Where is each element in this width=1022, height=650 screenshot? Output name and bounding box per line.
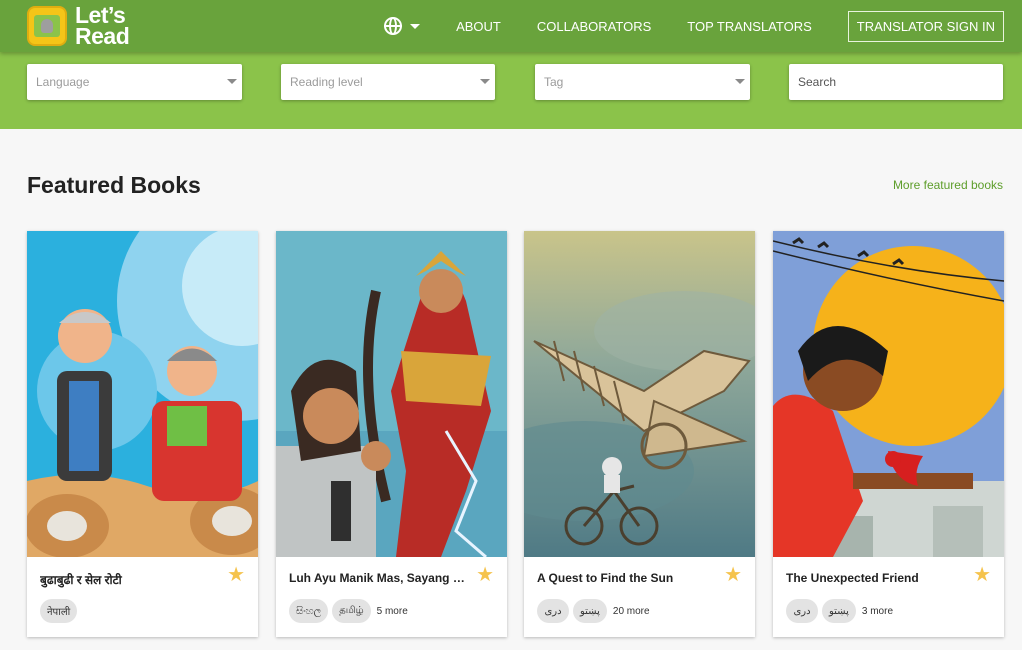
nav-collaborators[interactable]: COLLABORATORS <box>537 19 651 34</box>
language-chips: دری پښتو 3 more <box>786 599 893 623</box>
featured-star-icon: ★ <box>724 564 742 586</box>
tag-select-placeholder: Tag <box>544 75 564 89</box>
filter-bar: Language Reading level Tag Search <box>0 52 1022 129</box>
elephant-logo-icon <box>27 6 67 46</box>
search-input[interactable]: Search <box>789 64 1003 100</box>
language-chip[interactable]: پښتو <box>822 599 856 623</box>
book-cover-image <box>524 231 755 557</box>
featured-star-icon: ★ <box>973 564 991 586</box>
nav-top-translators[interactable]: TOP TRANSLATORS <box>687 19 812 34</box>
book-card[interactable]: A Quest to Find the Sun ★ دری پښتو 20 mo… <box>524 231 755 637</box>
more-languages-count[interactable]: 5 more <box>377 606 408 617</box>
search-input-placeholder: Search <box>798 75 837 89</box>
tag-select[interactable]: Tag <box>535 64 750 100</box>
more-featured-books-link[interactable]: More featured books <box>893 178 1003 192</box>
more-languages-count[interactable]: 3 more <box>862 606 893 617</box>
book-card[interactable]: The Unexpected Friend ★ دری پښتو 3 more <box>773 231 1004 637</box>
language-chips: नेपाली <box>40 599 81 623</box>
book-card[interactable]: Luh Ayu Manik Mas, Sayang Hu... ★ සිංහල … <box>276 231 507 637</box>
top-navigation-bar: Let’s Read ABOUT COLLABORATORS TOP TRANS… <box>0 0 1022 52</box>
book-card[interactable]: बुढाबुढी र सेल रोटी ★ नेपाली <box>27 231 258 637</box>
language-select[interactable]: Language <box>27 64 242 100</box>
language-chip[interactable]: دری <box>537 599 569 623</box>
book-cover-image <box>276 231 507 557</box>
book-cover-image <box>773 231 1004 557</box>
book-title: Luh Ayu Manik Mas, Sayang Hu... <box>289 571 469 585</box>
dropdown-arrow-icon <box>480 79 490 84</box>
chevron-down-icon <box>410 23 421 29</box>
nav-about[interactable]: ABOUT <box>456 19 501 34</box>
language-chip[interactable]: دری <box>786 599 818 623</box>
lets-read-logo[interactable]: Let’s Read <box>27 4 130 49</box>
featured-star-icon: ★ <box>227 564 245 586</box>
main-nav: ABOUT COLLABORATORS TOP TRANSLATORS TRAN… <box>384 0 1004 52</box>
translator-sign-in-button[interactable]: TRANSLATOR SIGN IN <box>847 10 1004 42</box>
language-chip[interactable]: தமிழ் <box>332 599 371 623</box>
section-title: Featured Books <box>27 172 201 198</box>
featured-star-icon: ★ <box>476 564 494 586</box>
logo-text-line2: Read <box>75 23 130 49</box>
book-title: बुढाबुढी र सेल रोटी <box>40 573 122 587</box>
language-select-placeholder: Language <box>36 75 90 89</box>
language-chips: دری پښتو 20 more <box>537 599 650 623</box>
language-chip[interactable]: नेपाली <box>40 599 78 623</box>
language-chip[interactable]: پښتو <box>573 599 607 623</box>
reading-level-placeholder: Reading level <box>290 75 363 89</box>
book-title: A Quest to Find the Sun <box>537 571 674 585</box>
more-languages-count[interactable]: 20 more <box>613 606 650 617</box>
globe-icon <box>384 17 403 35</box>
language-switcher[interactable] <box>384 17 421 35</box>
book-cover-image <box>27 231 258 557</box>
dropdown-arrow-icon <box>735 79 745 84</box>
logo-text: Let’s Read <box>75 4 130 49</box>
language-chip[interactable]: සිංහල <box>289 599 329 623</box>
dropdown-arrow-icon <box>227 79 237 84</box>
reading-level-select[interactable]: Reading level <box>281 64 495 100</box>
book-title: The Unexpected Friend <box>786 571 919 585</box>
language-chips: සිංහල தமிழ் 5 more <box>289 599 408 623</box>
